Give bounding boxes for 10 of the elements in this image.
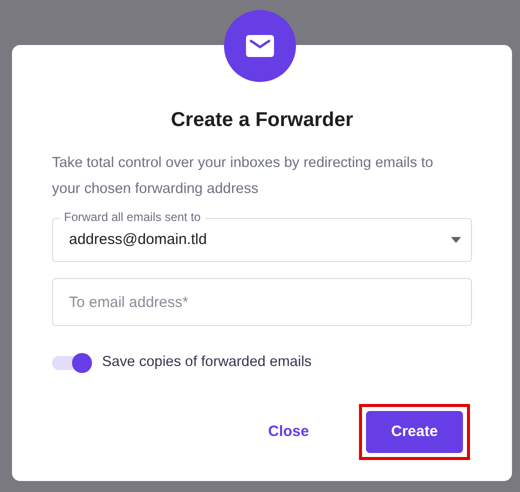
dropdown-caret-icon	[451, 237, 461, 243]
save-copies-toggle[interactable]	[52, 352, 92, 373]
dialog-title: Create a Forwarder	[170, 108, 354, 133]
envelope-icon	[246, 35, 274, 57]
destination-email-field[interactable]: To email address*	[52, 278, 472, 326]
dialog-description: Take total control over your inboxes by redirecting emails to your chosen forwarding address	[52, 154, 434, 199]
create-button[interactable]: Create	[366, 410, 463, 453]
select-value: address@domain.tld	[69, 230, 208, 250]
save-copies-label: Save copies of forwarded emails	[102, 353, 312, 372]
close-button[interactable]: Close	[260, 410, 317, 453]
